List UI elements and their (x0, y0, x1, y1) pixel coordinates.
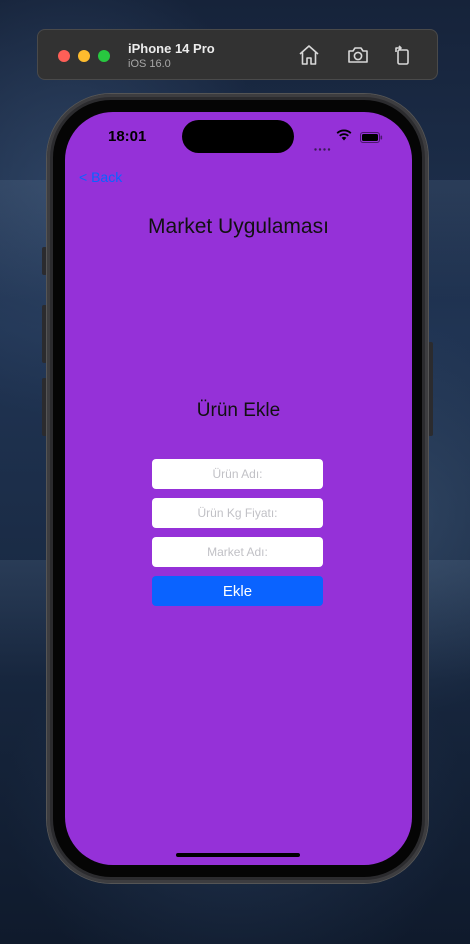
app-screen: 18:01 < Back Market Uygulaması Ürün Ekle… (65, 112, 412, 865)
market-name-input[interactable] (152, 537, 323, 567)
power-button (428, 342, 433, 436)
back-button[interactable]: < Back (79, 169, 122, 185)
screenshot-icon[interactable] (346, 43, 370, 67)
device-name: iPhone 14 Pro (128, 41, 215, 56)
home-icon[interactable] (297, 43, 321, 67)
battery-icon (360, 130, 383, 143)
os-version: iOS 16.0 (128, 58, 171, 70)
wifi-icon (336, 128, 352, 141)
rotate-icon[interactable] (391, 43, 415, 67)
add-button[interactable]: Ekle (152, 576, 323, 606)
dynamic-island (182, 120, 294, 153)
page-title: Market Uygulaması (148, 215, 329, 238)
simulator-toolbar: iPhone 14 Pro iOS 16.0 (37, 29, 438, 80)
close-window-button[interactable] (58, 50, 70, 62)
minimize-window-button[interactable] (78, 50, 90, 62)
status-time: 18:01 (108, 128, 147, 145)
section-title: Ürün Ekle (196, 400, 281, 421)
signal-icon (314, 138, 332, 151)
zoom-window-button[interactable] (98, 50, 110, 62)
price-per-kg-input[interactable] (152, 498, 323, 528)
product-name-input[interactable] (152, 459, 323, 489)
home-indicator (176, 853, 300, 857)
